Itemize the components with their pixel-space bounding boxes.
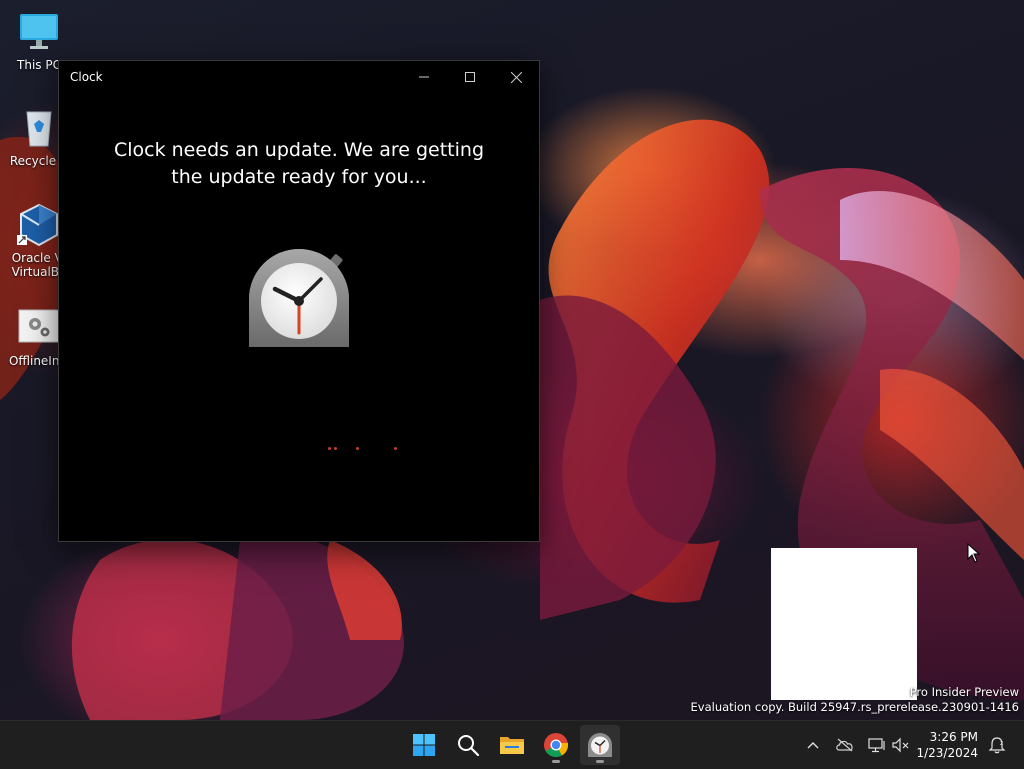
taskbar-time: 3:26 PM bbox=[929, 730, 978, 744]
monitor-icon bbox=[17, 10, 61, 54]
maximize-button[interactable] bbox=[447, 61, 493, 93]
network-tray-icon[interactable] bbox=[866, 734, 888, 756]
window-titlebar[interactable]: Clock bbox=[59, 61, 539, 93]
running-indicator bbox=[596, 760, 604, 763]
folder-icon bbox=[500, 737, 524, 754]
start-button[interactable] bbox=[404, 725, 444, 765]
minimize-button[interactable] bbox=[401, 61, 447, 93]
search-button[interactable] bbox=[448, 725, 488, 765]
cloud-offline-icon bbox=[836, 738, 853, 752]
virtualbox-icon bbox=[17, 203, 61, 247]
taskbar-clock[interactable]: 3:26 PM 1/23/2024 bbox=[916, 729, 978, 761]
loading-dot bbox=[334, 447, 337, 450]
update-message-line2: the update ready for you... bbox=[171, 166, 427, 188]
svg-text:z: z bbox=[1000, 740, 1003, 747]
file-explorer-button[interactable] bbox=[492, 725, 532, 765]
clock-window: Clock Clock needs an update. We are gett… bbox=[58, 60, 540, 542]
mouse-cursor-icon bbox=[967, 543, 981, 563]
search-icon bbox=[458, 735, 480, 757]
close-icon bbox=[510, 71, 522, 83]
loading-dot bbox=[356, 447, 359, 450]
watermark-build: Evaluation copy. Build 25947.rs_prerelea… bbox=[690, 700, 1019, 714]
blank-overlay bbox=[771, 548, 917, 700]
notifications-button[interactable]: z bbox=[986, 734, 1008, 756]
update-message-line1: Clock needs an update. We are getting bbox=[113, 139, 485, 161]
clock-app-icon bbox=[247, 247, 351, 351]
minimize-icon bbox=[419, 76, 429, 78]
taskbar-date: 1/23/2024 bbox=[916, 746, 978, 760]
window-title: Clock bbox=[70, 70, 103, 84]
build-watermark: Pro Insider Preview Evaluation copy. Bui… bbox=[691, 685, 1019, 715]
running-indicator bbox=[552, 760, 560, 763]
chrome-button[interactable] bbox=[536, 725, 576, 765]
windows-logo-icon bbox=[413, 734, 435, 756]
network-icon bbox=[868, 738, 885, 753]
bell-icon: z bbox=[988, 737, 1006, 754]
onedrive-tray-icon[interactable] bbox=[834, 734, 856, 756]
maximize-icon bbox=[465, 72, 475, 82]
taskbar: 3:26 PM 1/23/2024 z bbox=[0, 720, 1024, 769]
chrome-icon bbox=[544, 733, 569, 758]
show-hidden-icons-button[interactable] bbox=[802, 734, 824, 756]
loading-dots bbox=[59, 447, 539, 457]
chevron-up-icon bbox=[807, 742, 819, 749]
update-message: Clock needs an update. We are getting th… bbox=[59, 137, 539, 191]
recycle-bin-icon bbox=[17, 106, 61, 150]
gear-file-icon bbox=[17, 306, 61, 350]
volume-tray-icon[interactable] bbox=[890, 734, 912, 756]
clock-app-button[interactable] bbox=[580, 725, 620, 765]
watermark-edition: Pro Insider Preview bbox=[909, 685, 1019, 699]
speaker-muted-icon bbox=[892, 737, 909, 753]
loading-dot bbox=[394, 447, 397, 450]
loading-dot bbox=[328, 447, 331, 450]
clock-icon bbox=[588, 733, 612, 757]
close-button[interactable] bbox=[493, 61, 539, 93]
